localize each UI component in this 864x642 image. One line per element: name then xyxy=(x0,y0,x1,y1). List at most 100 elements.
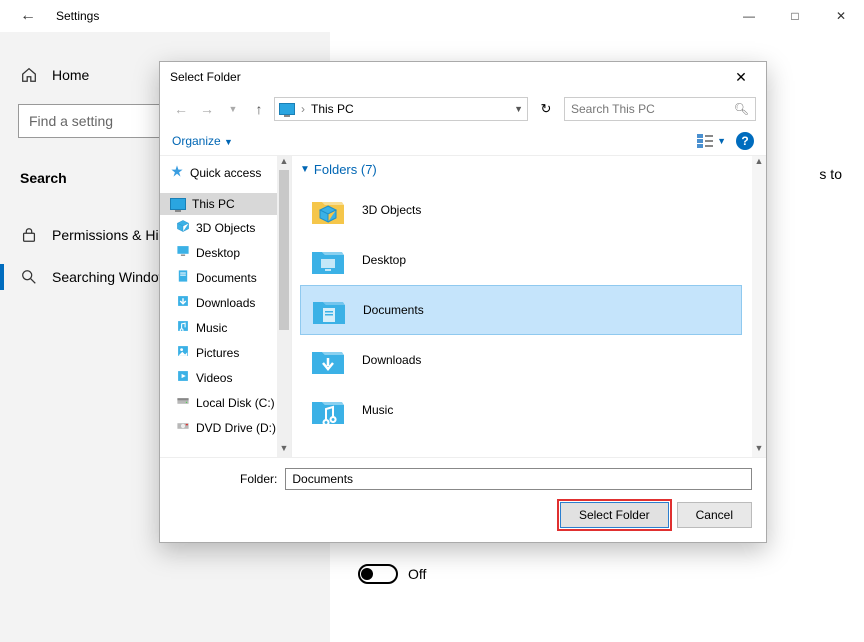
minimize-button[interactable]: ― xyxy=(726,0,772,32)
pic-icon xyxy=(176,344,190,361)
navigation-tree[interactable]: Quick access This PC 3D Objects Desktop Docu… xyxy=(160,156,292,457)
tree-item[interactable]: Local Disk (C:) xyxy=(160,390,291,415)
folder-icon xyxy=(308,342,348,378)
tree-item[interactable]: Documents xyxy=(160,265,291,290)
dialog-bottom: Folder: Select Folder Cancel xyxy=(160,457,766,542)
tree-item[interactable]: Quick access xyxy=(160,160,291,185)
tree-label: Local Disk (C:) xyxy=(196,396,275,410)
tree-item[interactable]: 3D Objects xyxy=(160,215,291,240)
folder-icon xyxy=(309,292,349,328)
file-scrollbar[interactable]: ▲ ▼ xyxy=(752,156,766,457)
tree-item[interactable]: Downloads xyxy=(160,290,291,315)
tree-label: 3D Objects xyxy=(196,221,255,235)
select-folder-button[interactable]: Select Folder xyxy=(560,502,669,528)
organize-menu[interactable]: Organize ▼ xyxy=(172,134,233,148)
tree-item[interactable]: Music xyxy=(160,315,291,340)
dialog-close-button[interactable]: ✕ xyxy=(726,69,756,86)
power-mode-toggle[interactable]: Off xyxy=(358,564,836,584)
folder-item[interactable]: Documents xyxy=(300,285,742,335)
lock-icon xyxy=(20,226,38,244)
nav-up-button[interactable]: ↑ xyxy=(248,98,270,120)
window-title: Settings xyxy=(56,9,99,23)
select-folder-dialog: Select Folder ✕ ← → ▼ ↑ › This PC ▼ ↻ Se… xyxy=(159,61,767,543)
chevron-down-icon: ▼ xyxy=(224,137,233,147)
folder-item[interactable]: Downloads xyxy=(300,335,742,385)
search-placeholder: Search This PC xyxy=(571,102,655,116)
view-options-button[interactable]: ▼ xyxy=(697,134,726,148)
scroll-up-icon[interactable]: ▲ xyxy=(277,156,291,170)
folder-label: 3D Objects xyxy=(362,203,421,217)
monitor-icon xyxy=(170,198,186,210)
nav-back-button[interactable]: ← xyxy=(170,98,192,120)
search-icon: 🔍︎ xyxy=(734,102,749,116)
close-button[interactable]: ✕ xyxy=(818,0,864,32)
this-pc-icon xyxy=(279,103,295,115)
dialog-titlebar: Select Folder ✕ xyxy=(160,62,766,92)
folder-field-label: Folder: xyxy=(240,472,277,486)
dvd-icon xyxy=(176,419,190,436)
address-path[interactable]: › This PC ▼ xyxy=(274,97,528,121)
tree-scrollbar[interactable]: ▲ ▼ xyxy=(277,156,291,457)
scroll-thumb[interactable] xyxy=(279,170,289,330)
folder-item[interactable]: Music xyxy=(300,385,742,435)
chevron-down-icon: ▼ xyxy=(717,136,726,146)
refresh-button[interactable]: ↻ xyxy=(532,97,560,121)
down-icon xyxy=(176,294,190,311)
search-icon xyxy=(20,268,38,286)
folder-label: Documents xyxy=(363,303,424,317)
cube-icon xyxy=(176,219,190,236)
folders-header-label: Folders (7) xyxy=(314,162,377,177)
home-label: Home xyxy=(52,67,89,83)
nav-searching-label: Searching Windows xyxy=(52,269,176,285)
tree-item[interactable]: DVD Drive (D:) ES xyxy=(160,415,291,440)
video-icon xyxy=(176,369,190,386)
tree-item[interactable]: Videos xyxy=(160,365,291,390)
nav-recent-dropdown[interactable]: ▼ xyxy=(222,98,244,120)
back-button[interactable]: ← xyxy=(16,7,40,25)
folders-group-header[interactable]: ▼ Folders (7) xyxy=(292,156,766,183)
chevron-down-icon[interactable]: ▼ xyxy=(514,104,523,114)
tree-item[interactable]: This PC xyxy=(160,193,291,215)
tree-item[interactable]: Pictures xyxy=(160,340,291,365)
cancel-button[interactable]: Cancel xyxy=(677,502,752,528)
folder-name-input[interactable] xyxy=(285,468,752,490)
music-icon xyxy=(176,319,190,336)
tree-label: Pictures xyxy=(196,346,239,360)
folder-label: Downloads xyxy=(362,353,421,367)
tree-label: Videos xyxy=(196,371,232,385)
folder-icon xyxy=(308,242,348,278)
folder-item[interactable]: 3D Objects xyxy=(300,185,742,235)
home-icon xyxy=(20,66,38,84)
tree-label: This PC xyxy=(192,197,235,211)
tree-item[interactable]: Desktop xyxy=(160,240,291,265)
star-icon xyxy=(170,164,184,181)
folder-icon xyxy=(308,392,348,428)
chevron-down-icon: ▼ xyxy=(300,164,310,175)
dialog-title: Select Folder xyxy=(170,70,241,84)
dialog-toolbar: Organize ▼ ▼ ? xyxy=(160,126,766,156)
tree-label: Desktop xyxy=(196,246,240,260)
tree-label: Music xyxy=(196,321,227,335)
dialog-search[interactable]: Search This PC 🔍︎ xyxy=(564,97,756,121)
folder-label: Music xyxy=(362,403,393,417)
file-list-area: ▼ Folders (7) 3D Objects Desktop Documents… xyxy=(292,156,766,457)
tree-label: Quick access xyxy=(190,166,261,180)
tree-label: Downloads xyxy=(196,296,255,310)
folder-icon xyxy=(308,192,348,228)
desktop-icon xyxy=(176,244,190,261)
dialog-address-bar: ← → ▼ ↑ › This PC ▼ ↻ Search This PC 🔍︎ xyxy=(160,92,766,126)
scroll-down-icon[interactable]: ▼ xyxy=(752,443,766,457)
folder-label: Desktop xyxy=(362,253,406,267)
scroll-down-icon[interactable]: ▼ xyxy=(277,443,291,457)
disk-icon xyxy=(176,394,190,411)
titlebar: ← Settings ― □ ✕ xyxy=(0,0,864,32)
help-button[interactable]: ? xyxy=(736,132,754,150)
toggle-state: Off xyxy=(408,566,426,582)
tree-label: Documents xyxy=(196,271,257,285)
folder-item[interactable]: Desktop xyxy=(300,235,742,285)
nav-forward-button: → xyxy=(196,98,218,120)
path-segment[interactable]: This PC xyxy=(311,102,354,116)
scroll-up-icon[interactable]: ▲ xyxy=(752,156,766,170)
doc-icon xyxy=(176,269,190,286)
maximize-button[interactable]: □ xyxy=(772,0,818,32)
